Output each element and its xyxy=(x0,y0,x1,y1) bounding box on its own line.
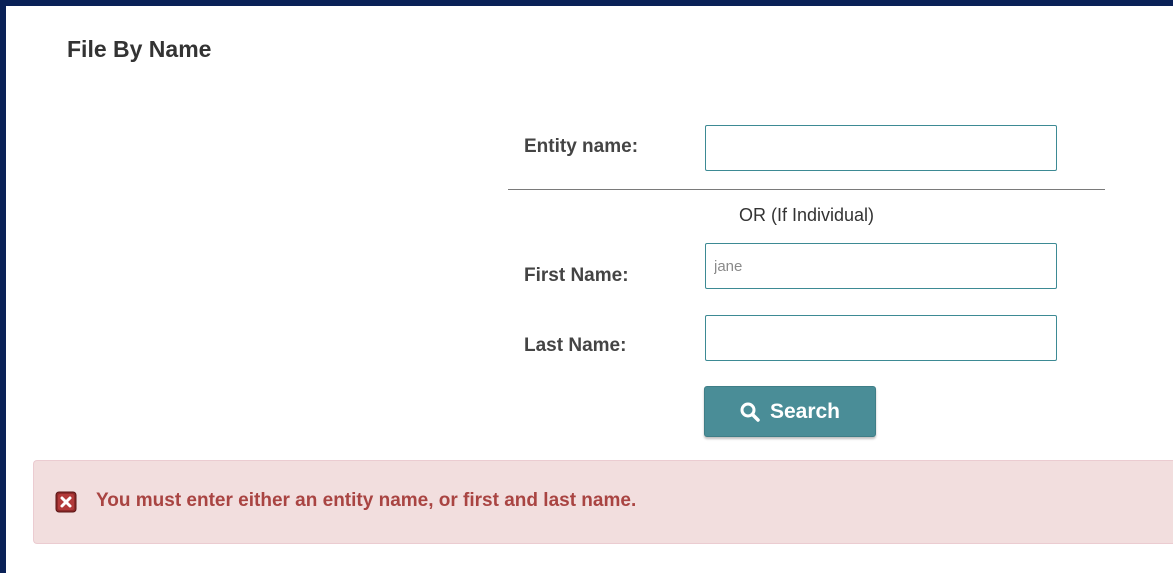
page-frame: File By Name Entity name: OR (If Individ… xyxy=(0,0,1173,573)
entity-name-input[interactable] xyxy=(705,125,1057,171)
search-button[interactable]: Search xyxy=(704,386,876,437)
first-name-input[interactable] xyxy=(705,243,1057,289)
error-alert: You must enter either an entity name, or… xyxy=(33,460,1173,544)
page-title: File By Name xyxy=(67,36,212,62)
search-icon xyxy=(740,402,760,422)
search-button-label: Search xyxy=(769,399,841,423)
close-icon xyxy=(55,491,77,513)
first-name-label: First Name: xyxy=(524,265,629,286)
error-message: You must enter either an entity name, or… xyxy=(96,490,637,511)
last-name-input[interactable] xyxy=(705,315,1057,361)
last-name-label: Last Name: xyxy=(524,335,627,356)
or-separator-text: OR (If Individual) xyxy=(739,205,875,225)
entity-name-label: Entity name: xyxy=(524,136,639,157)
divider xyxy=(508,189,1105,190)
